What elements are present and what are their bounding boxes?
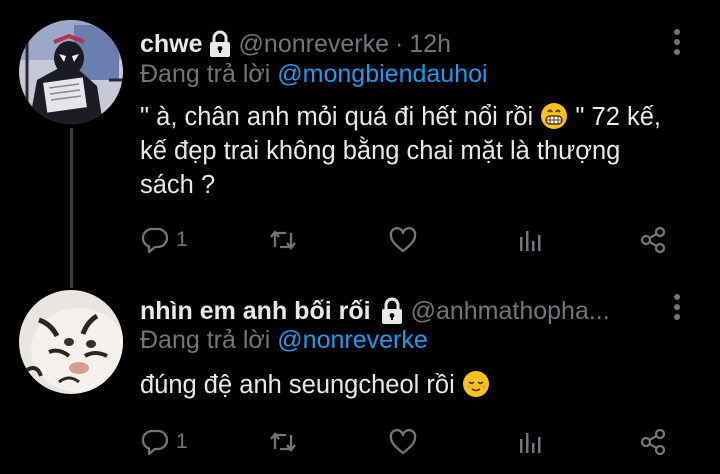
tweet-actions: 1 <box>140 422 680 462</box>
retweet-icon <box>270 432 296 452</box>
tweet-text-part-1: " à, chân anh mỏi quá đi hết nổi rồi <box>140 103 541 131</box>
reply-bubble-icon <box>141 227 169 254</box>
reply-bubble-icon <box>141 429 169 456</box>
bar-chart-icon <box>520 231 541 251</box>
heart-icon <box>389 429 417 455</box>
like-button[interactable] <box>388 220 418 260</box>
tweet-text: đúng đệ anh seungcheol rồi <box>140 368 680 402</box>
replying-to-line: Đang trả lời @mongbiendauhoi <box>140 60 488 89</box>
more-vertical-icon[interactable] <box>670 27 684 57</box>
retweet-button[interactable] <box>268 220 298 260</box>
view-stats-button[interactable] <box>514 422 544 462</box>
view-stats-button[interactable] <box>514 220 544 260</box>
share-icon <box>640 428 666 456</box>
display-name[interactable]: nhìn em anh bối rối <box>140 297 371 326</box>
timestamp[interactable]: 12h <box>409 30 451 59</box>
lock-icon <box>209 30 231 58</box>
tweet-text: " à, chân anh mỏi quá đi hết nổi rồi " 7… <box>140 100 680 202</box>
retweet-button[interactable] <box>268 422 298 462</box>
relieved-face-emoji-icon <box>462 370 490 398</box>
heart-icon <box>389 227 417 253</box>
share-button[interactable] <box>638 220 668 260</box>
share-icon <box>640 226 666 254</box>
more-vertical-icon[interactable] <box>670 292 684 322</box>
grinning-face-emoji-icon <box>540 102 568 130</box>
avatar[interactable] <box>19 20 123 124</box>
reply-count: 1 <box>176 430 188 453</box>
retweet-icon <box>270 230 296 250</box>
replying-to-mention[interactable]: @nonreverke <box>277 326 427 354</box>
bar-chart-icon <box>520 433 541 453</box>
user-handle[interactable]: @nonreverke <box>239 30 389 59</box>
replying-to-line: Đang trả lời @nonreverke <box>140 326 428 355</box>
tweet-1[interactable]: chwe @nonreverke · 12h Đang trả lời @mon… <box>0 0 720 282</box>
replying-prefix: Đang trả lời <box>140 326 271 354</box>
display-name[interactable]: chwe <box>140 30 203 59</box>
tweet-text-part-1: đúng đệ anh seungcheol rồi <box>140 371 462 399</box>
avatar[interactable] <box>19 290 123 394</box>
lock-icon <box>381 297 403 325</box>
tweet-actions: 1 <box>140 220 680 260</box>
share-button[interactable] <box>638 422 668 462</box>
user-handle[interactable]: @anhmathopha... <box>411 297 610 326</box>
like-button[interactable] <box>388 422 418 462</box>
tweet-header: chwe @nonreverke · 12h <box>140 27 451 61</box>
separator-dot: · <box>394 29 404 58</box>
reply-count: 1 <box>176 228 188 251</box>
replying-prefix: Đang trả lời <box>140 60 271 88</box>
tweet-header: nhìn em anh bối rối @anhmathopha... <box>140 294 610 328</box>
reply-button[interactable]: 1 <box>140 220 188 260</box>
reply-button[interactable]: 1 <box>140 422 188 462</box>
replying-to-mention[interactable]: @mongbiendauhoi <box>277 60 487 88</box>
tweet-2[interactable]: nhìn em anh bối rối @anhmathopha... Đang… <box>0 282 720 474</box>
